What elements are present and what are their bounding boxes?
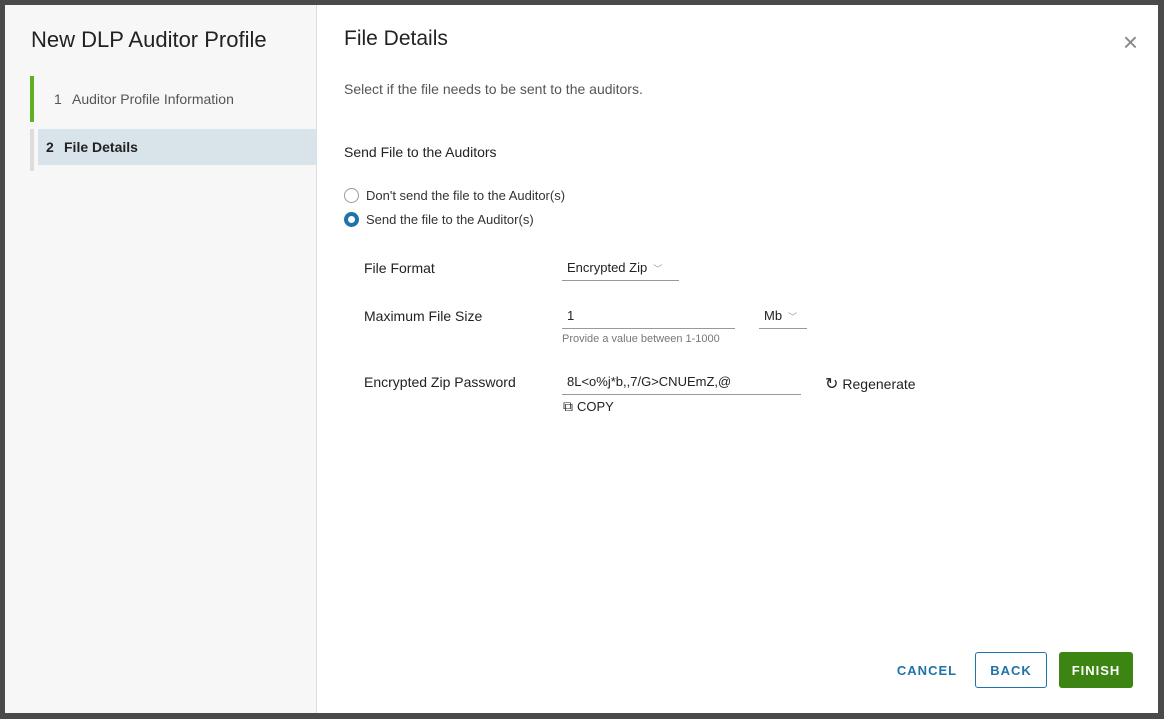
step-progress-bar — [30, 129, 34, 171]
radio-label: Send the file to the Auditor(s) — [366, 212, 534, 227]
wizard-sidebar: New DLP Auditor Profile 1 Auditor Profil… — [5, 5, 317, 713]
chevron-down-icon: ﹀ — [788, 312, 798, 322]
file-format-value: Encrypted Zip — [567, 260, 648, 275]
wizard-title: New DLP Auditor Profile — [31, 27, 267, 52]
password-input[interactable]: 8L<o%j*b,,7/G>CNUEmZ,@ — [562, 371, 801, 395]
radio-send[interactable]: Send the file to the Auditor(s) — [344, 212, 534, 227]
radio-checked-icon[interactable] — [344, 212, 359, 227]
step-label: Auditor Profile Information — [72, 91, 234, 107]
radio-unchecked-icon[interactable] — [344, 188, 359, 203]
chevron-down-icon: ﹀ — [653, 264, 663, 274]
copy-icon: ⧉ — [563, 398, 573, 414]
size-unit-value: Mb — [764, 308, 783, 323]
back-button[interactable]: BACK — [975, 652, 1047, 688]
step-number: 1 — [54, 91, 62, 107]
step-progress-bar — [30, 76, 34, 122]
file-format-label: File Format — [364, 260, 435, 276]
radio-label: Don't send the file to the Auditor(s) — [366, 188, 566, 203]
regenerate-button[interactable]: ↻ Regenerate — [825, 374, 916, 394]
radio-dont-send[interactable]: Don't send the file to the Auditor(s) — [344, 188, 565, 203]
finish-button[interactable]: FINISH — [1059, 652, 1133, 688]
close-icon[interactable]: × — [1123, 29, 1138, 55]
max-size-help: Provide a value between 1-1000 — [562, 333, 720, 345]
step-number: 2 — [46, 139, 54, 155]
regenerate-label: Regenerate — [842, 376, 916, 392]
max-size-input[interactable]: 1 — [562, 305, 735, 329]
wizard-content: File Details × Select if the file needs … — [317, 5, 1158, 713]
step-auditor-profile-information[interactable]: 1 Auditor Profile Information — [30, 76, 317, 122]
copy-label: COPY — [577, 399, 614, 414]
cancel-button[interactable]: CANCEL — [887, 652, 967, 688]
copy-button[interactable]: ⧉ COPY — [563, 398, 614, 415]
page-title: File Details — [344, 27, 448, 50]
refresh-icon: ↻ — [825, 376, 839, 393]
file-format-select[interactable]: Encrypted Zip ﹀ — [562, 257, 679, 281]
step-file-details[interactable]: 2 File Details — [30, 129, 317, 171]
max-size-label: Maximum File Size — [364, 308, 483, 324]
password-label: Encrypted Zip Password — [364, 374, 516, 390]
step-label: File Details — [64, 139, 138, 155]
wizard-modal: New DLP Auditor Profile 1 Auditor Profil… — [5, 5, 1158, 713]
size-unit-select[interactable]: Mb ﹀ — [759, 305, 807, 329]
description: Select if the file needs to be sent to t… — [344, 81, 643, 97]
section-title: Send File to the Auditors — [344, 144, 497, 160]
